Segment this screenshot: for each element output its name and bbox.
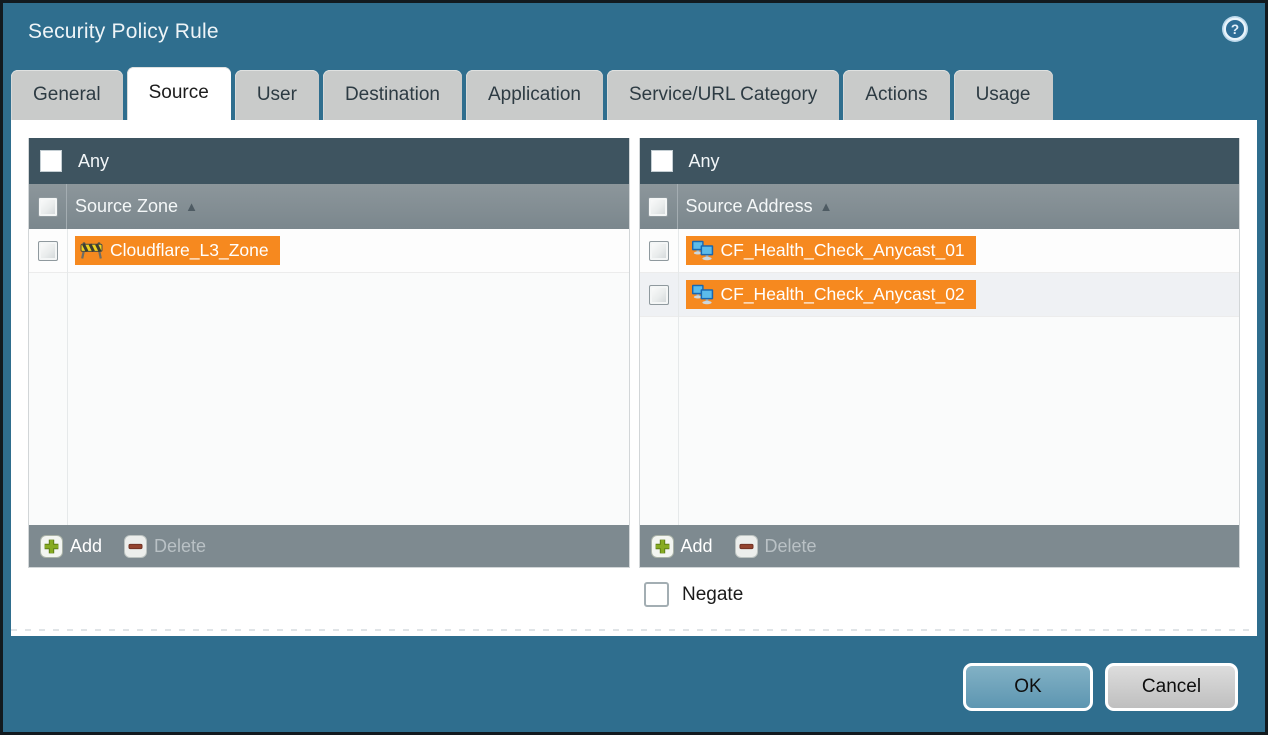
zone-delete-label: Delete [154,536,206,557]
address-any-checkbox[interactable] [651,150,673,172]
source-zone-panel: Any Source Zone ▲ [28,138,630,568]
sort-asc-icon[interactable]: ▲ [820,199,833,214]
zone-object-label: Cloudflare_L3_Zone [110,240,269,261]
address-object-label: CF_Health_Check_Anycast_02 [721,284,965,305]
zone-list: Cloudflare_L3_Zone [29,229,629,525]
zone-icon [80,241,103,260]
tab-application[interactable]: Application [466,70,603,120]
address-select-all-cell [640,184,678,229]
zone-add-button[interactable]: Add [40,535,102,558]
tab-usage[interactable]: Usage [954,70,1053,120]
add-icon [651,535,674,558]
zone-item-checkbox-cell [29,229,67,272]
zone-item-checkbox[interactable] [38,241,58,261]
negate-label: Negate [682,584,743,606]
panels-container: Any Source Zone ▲ [28,138,1240,568]
zone-object-chip[interactable]: Cloudflare_L3_Zone [75,236,280,265]
zone-panel-footer: Add Delete [29,525,629,567]
address-add-button[interactable]: Add [651,535,713,558]
delete-icon [124,535,147,558]
address-object-chip[interactable]: CF_Health_Check_Anycast_02 [686,280,976,309]
dialog-title: Security Policy Rule [28,20,219,44]
help-icon[interactable]: ? [1221,15,1249,43]
ok-button[interactable]: OK [963,663,1093,711]
address-item-checkbox-cell [640,273,678,316]
tab-source[interactable]: Source [127,67,231,120]
zone-column-title: Source Zone [75,196,178,217]
source-address-panel: Any Source Address ▲ [639,138,1241,568]
address-panel-footer: Add Delete [640,525,1240,567]
address-column-header[interactable]: Source Address ▲ [640,184,1240,229]
address-list-item[interactable]: CF_Health_Check_Anycast_02 [640,273,1240,317]
zone-select-all-cell [29,184,67,229]
svg-text:?: ? [1231,22,1239,37]
sort-asc-icon[interactable]: ▲ [185,199,198,214]
title-bar: Security Policy Rule ? [3,3,1265,67]
zone-any-label: Any [78,151,109,172]
delete-icon [735,535,758,558]
tab-destination[interactable]: Destination [323,70,462,120]
negate-row: Negate [644,582,743,607]
address-any-label: Any [689,151,720,172]
zone-add-label: Add [70,536,102,557]
address-item-checkbox-cell [640,229,678,272]
address-column-title: Source Address [686,196,813,217]
address-item-checkbox[interactable] [649,241,669,261]
tab-actions[interactable]: Actions [843,70,949,120]
source-tab-content: Any Source Zone ▲ [11,120,1257,636]
address-item-checkbox[interactable] [649,285,669,305]
cancel-button[interactable]: Cancel [1105,663,1238,711]
zone-list-item[interactable]: Cloudflare_L3_Zone [29,229,629,273]
address-icon [691,284,714,305]
address-any-row: Any [640,138,1240,184]
security-policy-rule-dialog: Security Policy Rule ? General Source Us… [0,0,1268,735]
address-delete-button[interactable]: Delete [735,535,817,558]
tab-user[interactable]: User [235,70,319,120]
zone-select-all-checkbox[interactable] [38,197,58,217]
negate-checkbox[interactable] [644,582,669,607]
tab-bar: General Source User Destination Applicat… [11,70,1257,120]
zone-any-row: Any [29,138,629,184]
address-select-all-checkbox[interactable] [648,197,668,217]
address-delete-label: Delete [765,536,817,557]
address-icon [691,240,714,261]
tab-service-url-category[interactable]: Service/URL Category [607,70,839,120]
zone-any-checkbox[interactable] [40,150,62,172]
address-add-label: Add [681,536,713,557]
address-list: CF_Health_Check_Anycast_01 [640,229,1240,525]
zone-column-header[interactable]: Source Zone ▲ [29,184,629,229]
tab-general[interactable]: General [11,70,123,120]
address-list-item[interactable]: CF_Health_Check_Anycast_01 [640,229,1240,273]
address-object-chip[interactable]: CF_Health_Check_Anycast_01 [686,236,976,265]
add-icon [40,535,63,558]
address-object-label: CF_Health_Check_Anycast_01 [721,240,965,261]
zone-delete-button[interactable]: Delete [124,535,206,558]
